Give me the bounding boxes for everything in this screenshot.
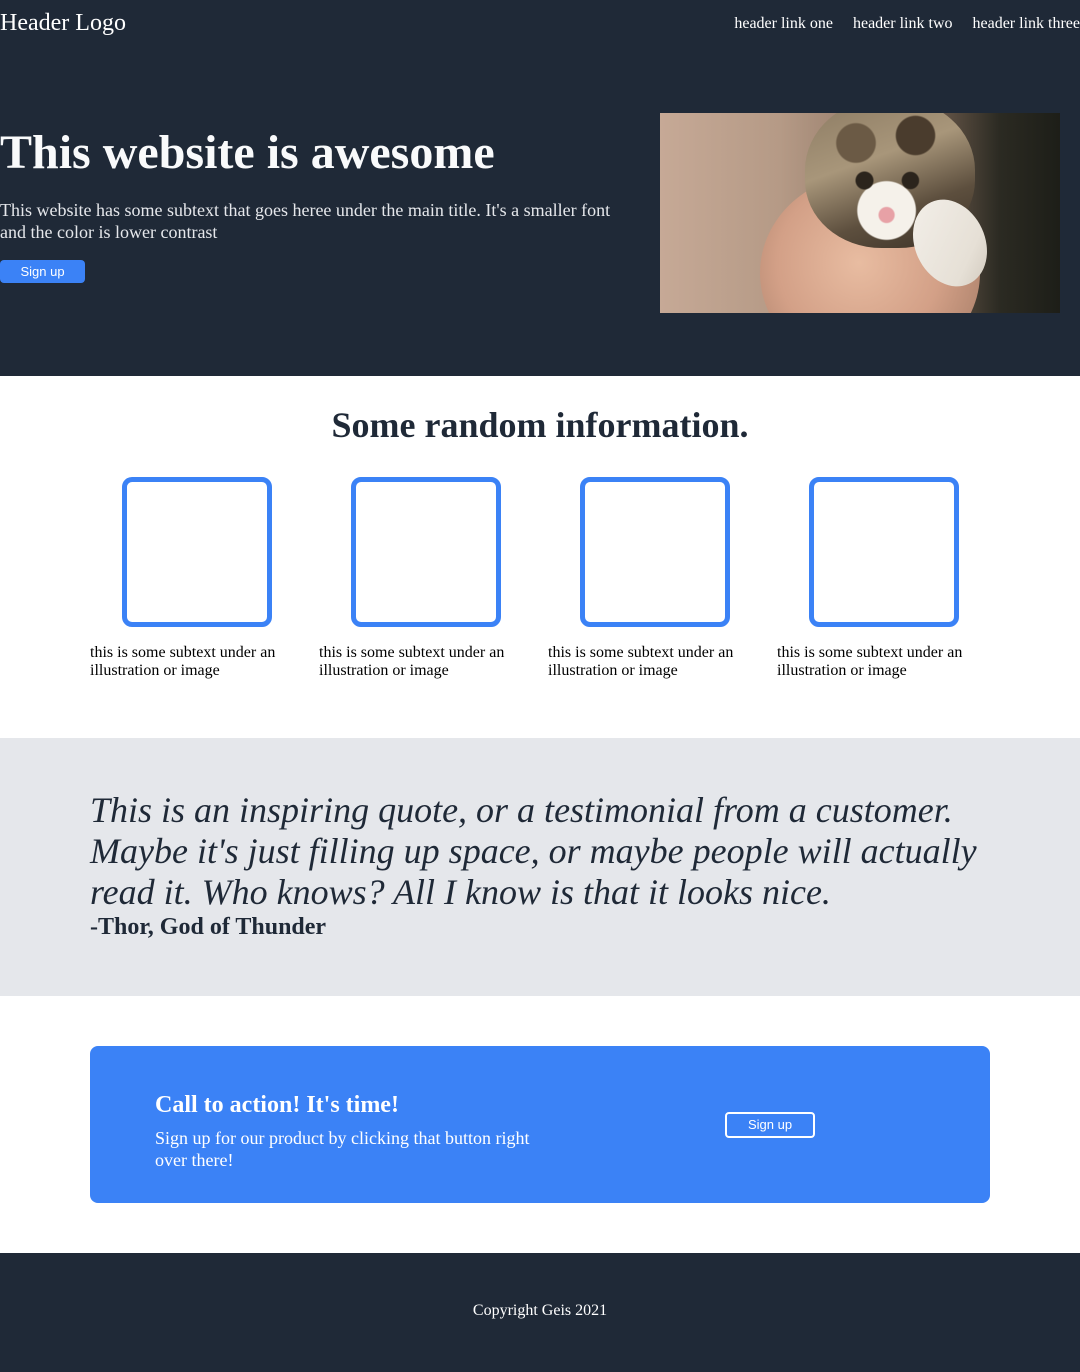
call-to-action: Call to action! It's time! Sign up for o… (90, 1046, 990, 1203)
info-card: this is some subtext under an illustrati… (319, 477, 519, 680)
header-link-three[interactable]: header link three (973, 15, 1080, 33)
footer: Copyright Geis 2021 (0, 1253, 1080, 1372)
info-title: Some random information. (331, 405, 749, 445)
quote-text: This is an inspiring quote, or a testimo… (90, 790, 977, 912)
cta-signup-button[interactable]: Sign up (725, 1112, 815, 1138)
cta-subtext: Sign up for our product by clicking that… (155, 1128, 530, 1170)
illustration-placeholder (580, 477, 730, 627)
cta-title: Call to action! It's time! (155, 1092, 399, 1118)
quote-author: -Thor, God of Thunder (90, 914, 327, 940)
illustration-placeholder (351, 477, 501, 627)
header-link-two[interactable]: header link two (853, 15, 953, 33)
header-nav: header link one header link two header l… (734, 15, 1080, 33)
hero-subtext: This website has some subtext that goes … (0, 200, 611, 242)
card-subtext: this is some subtext under an illustrati… (90, 644, 276, 679)
card-subtext: this is some subtext under an illustrati… (319, 644, 505, 679)
hero-section: Header Logo header link one header link … (0, 0, 1080, 376)
illustration-placeholder (122, 477, 272, 627)
header-link-one[interactable]: header link one (734, 15, 833, 33)
card-subtext: this is some subtext under an illustrati… (548, 644, 734, 679)
quote-section: This is an inspiring quote, or a testimo… (0, 738, 1080, 996)
info-card: this is some subtext under an illustrati… (777, 477, 977, 680)
illustration-placeholder (809, 477, 959, 627)
header-logo[interactable]: Header Logo (0, 10, 126, 37)
card-subtext: this is some subtext under an illustrati… (777, 644, 963, 679)
info-card: this is some subtext under an illustrati… (548, 477, 748, 680)
kitten-image (660, 113, 1060, 313)
hero-signup-button[interactable]: Sign up (0, 260, 85, 283)
hero-title: This website is awesome (0, 126, 495, 179)
copyright-text: Copyright Geis 2021 (472, 1302, 608, 1319)
info-card: this is some subtext under an illustrati… (90, 477, 290, 680)
